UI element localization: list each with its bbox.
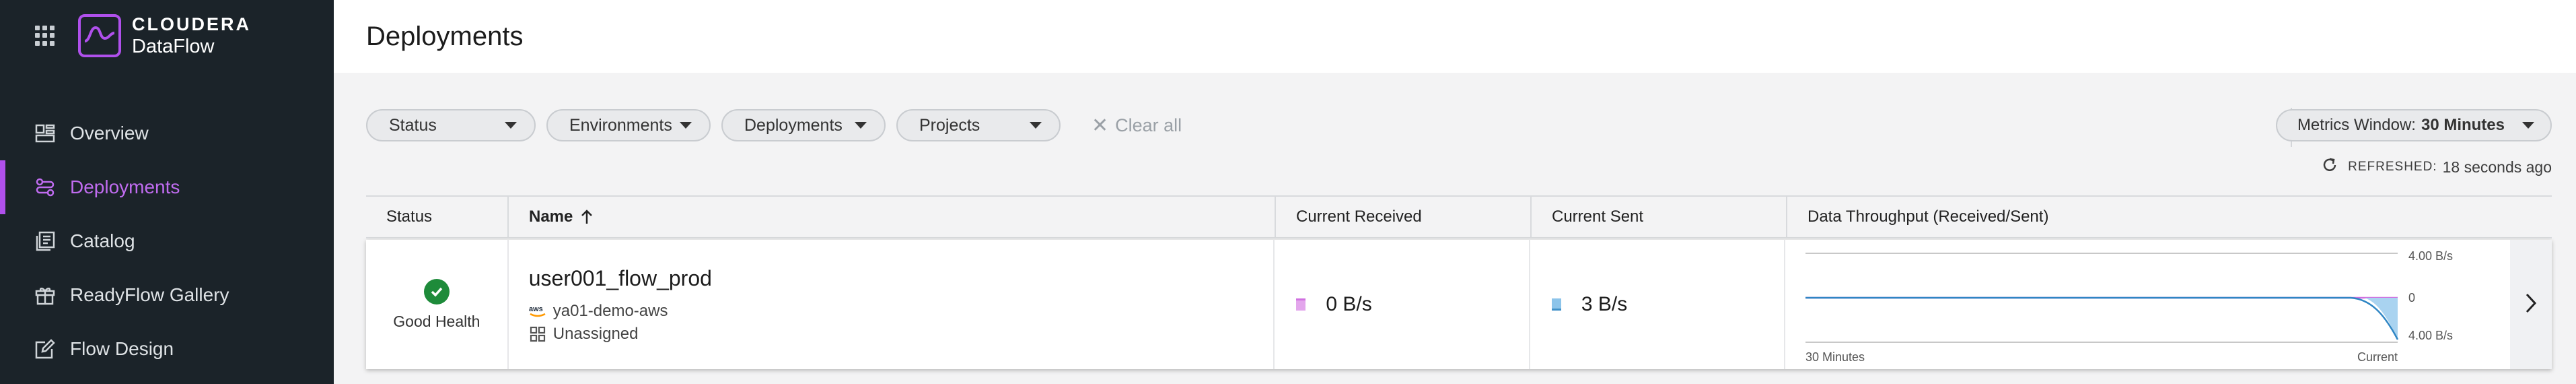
- projects-filter-label: Projects: [919, 115, 980, 135]
- current-received-value: 0 B/s: [1326, 293, 1372, 315]
- chevron-right-icon: [2524, 292, 2538, 318]
- deployments-filter[interactable]: Deployments: [721, 109, 886, 141]
- environments-filter-label: Environments: [569, 115, 672, 135]
- sidebar-item-label: ReadyFlow Gallery: [70, 284, 229, 305]
- project-info: Unassigned: [529, 324, 639, 344]
- chart-x-end-label: Current: [2357, 350, 2398, 364]
- sidebar-item-label: Flow Design: [70, 338, 174, 359]
- environments-filter[interactable]: Environments: [546, 109, 711, 141]
- sidebar-item-label: Deployments: [70, 177, 180, 197]
- deployments-table: Status Name Current Received Current Sen…: [366, 195, 2552, 384]
- table-header: Status Name Current Received Current Sen…: [366, 195, 2552, 238]
- catalog-icon: [34, 230, 57, 253]
- sent-legend-swatch: [1551, 298, 1561, 311]
- app-launcher-icon[interactable]: [35, 26, 55, 46]
- brand-product: DataFlow: [132, 35, 215, 57]
- brand: CLOUDERA DataFlow: [35, 12, 251, 59]
- chevron-down-icon: [505, 122, 517, 129]
- row-details-button[interactable]: [2510, 240, 2552, 369]
- status-filter-label: Status: [389, 115, 437, 135]
- chart-top-label: 4.00 B/s: [2408, 249, 2453, 263]
- check-circle-icon: [423, 278, 450, 305]
- gift-icon: [34, 284, 57, 307]
- name-cell: user001_flow_prod aws ya01-demo-aws Unas…: [509, 240, 1275, 369]
- main-content: Deployments Status Environments Deployme…: [334, 0, 2576, 384]
- column-header-data-throughput: Data Throughput (Received/Sent): [1808, 207, 2049, 226]
- sent-series-line: [1805, 296, 2399, 340]
- chevron-down-icon: [855, 122, 867, 129]
- metrics-window-label: Metrics Window:: [2297, 116, 2416, 134]
- current-received-cell: 0 B/s: [1275, 240, 1530, 369]
- throughput-chart-svg: 4.00 B/s 0 4.00 B/s 30 Minutes Current: [1805, 249, 2454, 364]
- project-name: Unassigned: [552, 324, 639, 343]
- deployments-icon: [34, 176, 57, 199]
- chart-bottom-label: 4.00 B/s: [2408, 329, 2453, 342]
- throughput-chart: 4.00 B/s 0 4.00 B/s 30 Minutes Current: [1785, 240, 2510, 369]
- flow-name[interactable]: user001_flow_prod: [529, 266, 712, 291]
- sidebar-item-flow-design[interactable]: Flow Design: [0, 322, 334, 376]
- sidebar-item-label: Overview: [70, 123, 149, 143]
- project-icon: [529, 325, 549, 343]
- column-header-current-sent[interactable]: Current Sent: [1532, 195, 1787, 238]
- brand-company: CLOUDERA: [132, 13, 251, 34]
- dataflow-logo-icon: [78, 14, 121, 57]
- column-header-current-received[interactable]: Current Received: [1276, 195, 1532, 238]
- projects-filter[interactable]: Projects: [896, 109, 1061, 141]
- refresh-icon[interactable]: [2321, 156, 2338, 178]
- sidebar: CLOUDERA DataFlow Overview Deployments C…: [0, 0, 334, 384]
- metrics-window-select[interactable]: Metrics Window: 30 Minutes: [2275, 109, 2552, 141]
- edit-icon: [34, 338, 57, 360]
- sidebar-item-readyflow-gallery[interactable]: ReadyFlow Gallery: [0, 268, 334, 322]
- status-filter[interactable]: Status: [366, 109, 536, 141]
- chevron-down-icon: [2522, 122, 2534, 129]
- status-text: Good Health: [393, 312, 480, 330]
- sidebar-item-catalog[interactable]: Catalog: [0, 214, 334, 268]
- environment-info: aws ya01-demo-aws: [529, 302, 668, 321]
- svg-text:aws: aws: [529, 305, 543, 313]
- clear-all-button[interactable]: ✕ Clear all: [1092, 114, 1182, 137]
- filter-bar: Status Environments Deployments Projects…: [366, 109, 1182, 141]
- current-sent-cell: 3 B/s: [1530, 240, 1786, 369]
- table-row[interactable]: Good Health user001_flow_prod aws ya01-d…: [366, 240, 2552, 369]
- close-icon: ✕: [1092, 114, 1109, 137]
- refreshed-label: REFRESHED:: [2348, 160, 2437, 174]
- sidebar-nav: Overview Deployments Catalog ReadyFlow G…: [0, 106, 334, 376]
- metrics-window-value: 30 Minutes: [2421, 116, 2505, 134]
- column-header-name[interactable]: Name: [509, 195, 1276, 238]
- refreshed-value: 18 seconds ago: [2442, 158, 2552, 176]
- clear-all-label: Clear all: [1115, 115, 1182, 135]
- sidebar-item-label: Catalog: [70, 230, 135, 251]
- chart-x-start-label: 30 Minutes: [1805, 350, 1865, 364]
- chevron-down-icon: [680, 122, 692, 129]
- sent-series-area: [2351, 298, 2398, 340]
- aws-icon: aws: [529, 304, 549, 319]
- sidebar-item-overview[interactable]: Overview: [0, 106, 334, 160]
- overview-icon: [34, 122, 57, 145]
- chevron-down-icon: [1030, 122, 1042, 129]
- deployments-filter-label: Deployments: [744, 115, 843, 135]
- page-title: Deployments: [366, 21, 524, 51]
- refresh-status: REFRESHED: 18 seconds ago: [2321, 156, 2552, 178]
- received-legend-swatch: [1296, 298, 1306, 311]
- sort-ascending-icon: [581, 209, 593, 225]
- column-header-status[interactable]: Status: [366, 195, 509, 238]
- sidebar-item-deployments[interactable]: Deployments: [0, 160, 334, 214]
- environment-name: ya01-demo-aws: [552, 301, 668, 320]
- chart-mid-label: 0: [2408, 291, 2415, 305]
- status-cell: Good Health: [366, 240, 509, 369]
- page-header: Deployments: [334, 0, 2576, 73]
- current-sent-value: 3 B/s: [1581, 293, 1628, 315]
